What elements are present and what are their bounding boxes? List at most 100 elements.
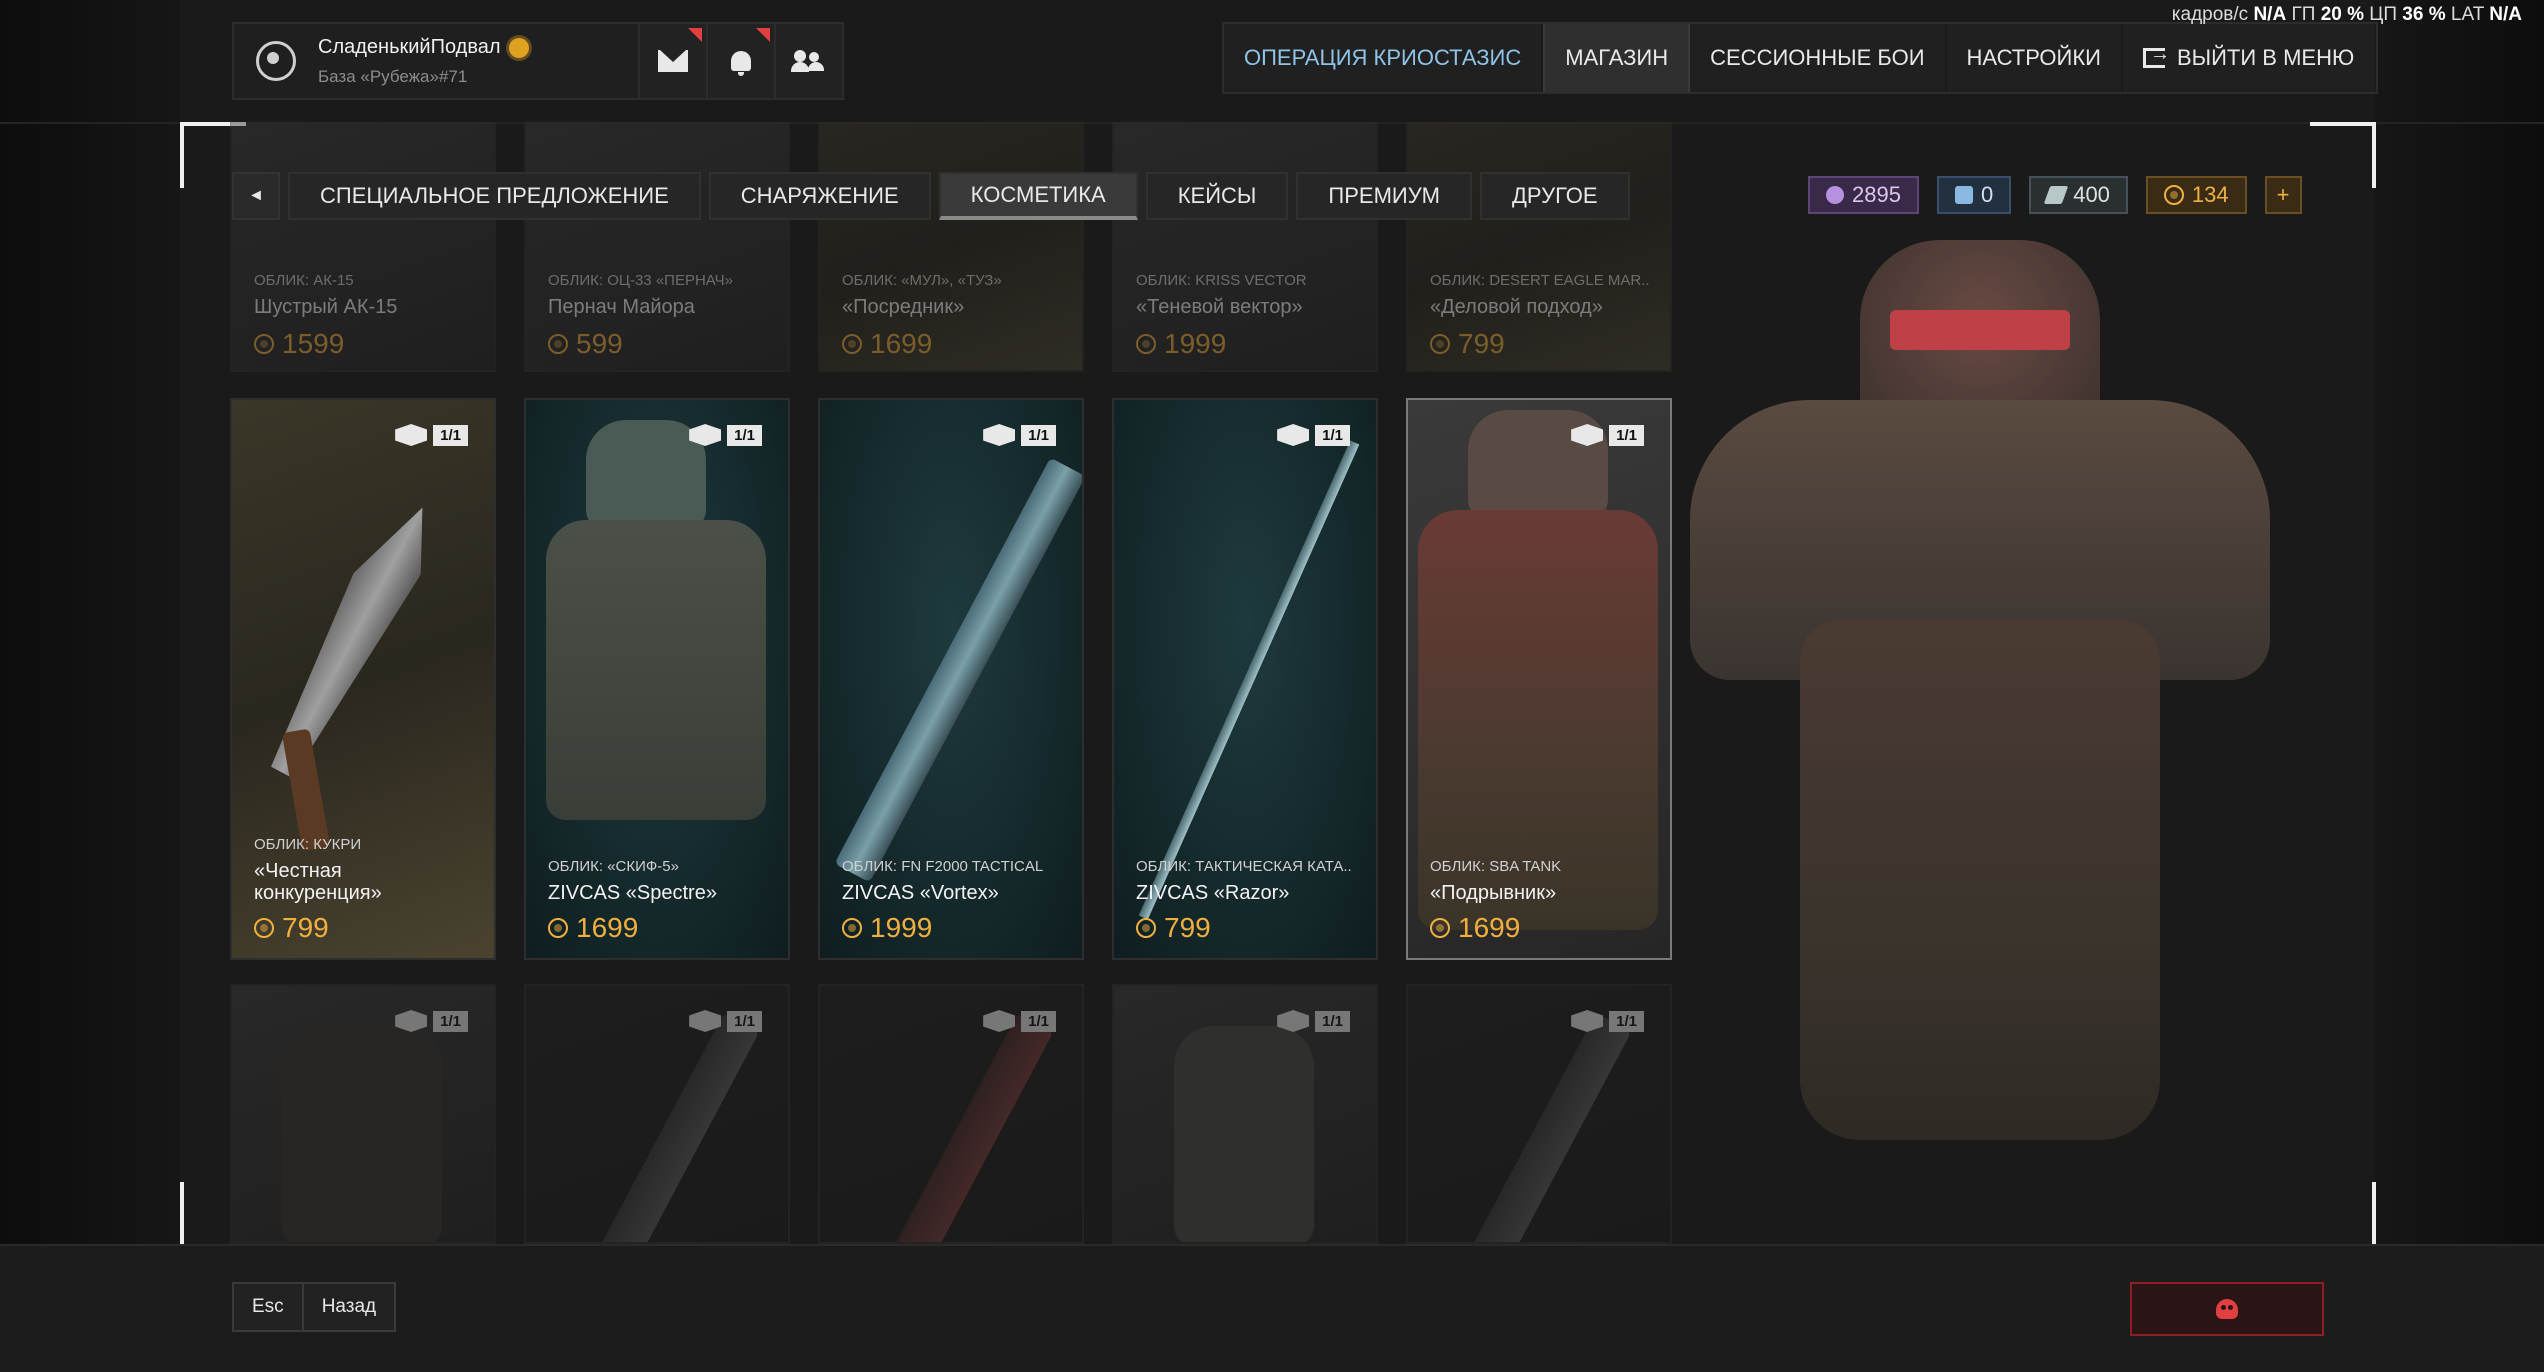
price-value: 799 xyxy=(282,912,329,943)
nav-operation[interactable]: ОПЕРАЦИЯ КРИОСТАЗИС xyxy=(1224,24,1544,92)
item-name: ZIVCAS «Spectre» xyxy=(548,882,717,904)
item-name: «Подрывник» xyxy=(1430,882,1557,904)
box-icon xyxy=(1277,1010,1310,1032)
item-card[interactable]: ОБЛИК: АК-15 Шустрый АК-15 1599 xyxy=(230,122,496,372)
frame-corner-tr xyxy=(2310,122,2376,188)
back-button[interactable]: Назад xyxy=(301,1284,395,1330)
price-value: 799 xyxy=(1164,912,1211,943)
quantity-badge: 1/1 xyxy=(1277,1010,1350,1032)
emblem-icon xyxy=(256,41,296,81)
item-type: ОБЛИК: ТАКТИЧЕСКАЯ КАТА.. xyxy=(1136,858,1352,875)
profile-name-row: СладенькийПодвал xyxy=(318,36,638,59)
item-card[interactable]: 1/1 xyxy=(1112,984,1378,1244)
item-card-spectre[interactable]: 1/1 ОБЛИК: «СКИФ-5» ZIVCAS «Spectre» 169… xyxy=(524,398,790,960)
notifications-button[interactable] xyxy=(706,24,774,98)
item-card-sba-tank[interactable]: 1/1 ОБЛИК: SBA TANK «Подрывник» 1699 xyxy=(1406,398,1672,960)
fps-value: N/A xyxy=(2253,4,2287,25)
item-card[interactable]: 1/1 xyxy=(524,984,790,1244)
item-card[interactable]: ОБЛИК: DESERT EAGLE MAR.. «Деловой подхо… xyxy=(1406,122,1672,372)
box-icon xyxy=(1571,1010,1604,1032)
item-card[interactable]: 1/1 xyxy=(1406,984,1672,1244)
rifle-art xyxy=(1464,1012,1632,1242)
add-currency-button[interactable]: + xyxy=(2264,176,2302,214)
mail-button[interactable] xyxy=(638,24,706,98)
badge-count: 1/1 xyxy=(1021,424,1056,446)
nav-exit-to-menu[interactable]: ВЫЙТИ В МЕНЮ xyxy=(2123,24,2377,92)
coin-icon xyxy=(1430,918,1450,938)
price-value: 1699 xyxy=(870,328,933,359)
token-icon xyxy=(1954,186,1973,204)
category-tabs: ◄ СПЕЦИАЛЬНОЕ ПРЕДЛОЖЕНИЕ СНАРЯЖЕНИЕ КОС… xyxy=(232,172,1630,220)
item-card-kukri[interactable]: 1/1 ОБЛИК: КУКРИ «Честная конкуренция» 7… xyxy=(230,398,496,960)
item-type: ОБЛИК: KRISS VECTOR xyxy=(1136,272,1307,289)
rifle-art xyxy=(592,1012,760,1242)
box-icon xyxy=(689,1010,722,1032)
gem-icon xyxy=(1826,186,1844,204)
tab-equipment[interactable]: СНАРЯЖЕНИЕ xyxy=(708,172,931,220)
item-price: 1699 xyxy=(1430,912,1520,944)
currency-purple: 2895 xyxy=(1808,176,1919,214)
tab-other[interactable]: ДРУГОЕ xyxy=(1480,172,1630,220)
item-name: Пернач Майора xyxy=(548,296,695,318)
friends-button[interactable] xyxy=(774,24,842,98)
quantity-badge: 1/1 xyxy=(689,424,762,446)
coin-icon xyxy=(548,918,568,938)
perf-stats: кадров/с N/A ГП 20 % ЦП 36 % LAT N/A xyxy=(2172,4,2522,26)
preview-body-art xyxy=(1800,620,2160,1140)
cpu-label: ЦП xyxy=(2369,4,2398,25)
tab-cases[interactable]: КЕЙСЫ xyxy=(1145,172,1289,220)
price-value: 1999 xyxy=(870,912,933,943)
fps-label: кадров/с xyxy=(2171,4,2249,25)
box-icon xyxy=(1571,424,1604,446)
item-card[interactable]: ОБЛИК: «МУЛ», «ТУЗ» «Посредник» 1699 xyxy=(818,122,1084,372)
coin-icon xyxy=(254,334,274,354)
tab-premium[interactable]: ПРЕМИУМ xyxy=(1296,172,1473,220)
badge-count: 1/1 xyxy=(727,1010,762,1032)
item-name: ZIVCAS «Vortex» xyxy=(842,882,999,904)
nav-shop[interactable]: МАГАЗИН xyxy=(1543,24,1691,92)
base-name: База «Рубежа»#71 xyxy=(318,67,468,86)
badge-count: 1/1 xyxy=(1315,1010,1350,1032)
price-value: 599 xyxy=(576,328,623,359)
box-icon xyxy=(1277,424,1310,446)
item-card-razor[interactable]: 1/1 ОБЛИК: ТАКТИЧЕСКАЯ КАТА.. ZIVCAS «Ra… xyxy=(1112,398,1378,960)
preview-visor-art xyxy=(1890,310,2070,350)
main-nav: ОПЕРАЦИЯ КРИОСТАЗИС МАГАЗИН СЕССИОННЫЕ Б… xyxy=(1222,22,2379,94)
item-card[interactable]: ОБЛИК: ОЦ-33 «ПЕРНАЧ» Пернач Майора 599 xyxy=(524,122,790,372)
tab-cosmetics[interactable]: КОСМЕТИКА xyxy=(938,172,1138,220)
danger-button[interactable] xyxy=(2130,1282,2324,1336)
lat-label: LAT xyxy=(2450,4,2484,25)
lat-value: N/A xyxy=(2489,4,2522,25)
item-card[interactable]: ОБЛИК: KRISS VECTOR «Теневой вектор» 199… xyxy=(1112,122,1378,372)
coin-icon xyxy=(548,334,568,354)
item-type: ОБЛИК: FN F2000 TACTICAL xyxy=(842,858,1044,875)
esc-key[interactable]: Esc xyxy=(234,1284,302,1330)
tabs-back-arrow[interactable]: ◄ xyxy=(232,172,280,220)
item-name: ZIVCAS «Razor» xyxy=(1136,882,1290,904)
item-price: 799 xyxy=(1136,912,1211,944)
currency-value: 0 xyxy=(1980,182,1994,207)
item-price: 599 xyxy=(548,328,623,360)
badge-count: 1/1 xyxy=(433,1010,468,1032)
nav-settings[interactable]: НАСТРОЙКИ xyxy=(1947,24,2123,92)
quantity-badge: 1/1 xyxy=(395,424,468,446)
quantity-badge: 1/1 xyxy=(395,1010,468,1032)
item-price: 1699 xyxy=(548,912,638,944)
katana-art xyxy=(1138,440,1360,920)
nav-session-battles[interactable]: СЕССИОННЫЕ БОИ xyxy=(1690,24,1947,92)
ticket-icon xyxy=(2043,186,2069,204)
item-card[interactable]: 1/1 xyxy=(230,984,496,1244)
item-card-vortex[interactable]: 1/1 ОБЛИК: FN F2000 TACTICAL ZIVCAS «Vor… xyxy=(818,398,1084,960)
item-price: 1699 xyxy=(842,328,932,360)
profile-emblem[interactable] xyxy=(234,24,318,98)
right-backdrop xyxy=(2374,0,2544,1370)
coin-icon xyxy=(1430,334,1450,354)
item-price: 799 xyxy=(254,912,329,944)
price-value: 1699 xyxy=(1458,912,1521,943)
quantity-badge: 1/1 xyxy=(983,1010,1056,1032)
tab-special-offer[interactable]: СПЕЦИАЛЬНОЕ ПРЕДЛОЖЕНИЕ xyxy=(288,172,701,220)
quantity-badge: 1/1 xyxy=(983,424,1056,446)
left-backdrop xyxy=(0,0,180,1370)
item-card[interactable]: 1/1 xyxy=(818,984,1084,1244)
item-type: ОБЛИК: ОЦ-33 «ПЕРНАЧ» xyxy=(548,272,733,289)
